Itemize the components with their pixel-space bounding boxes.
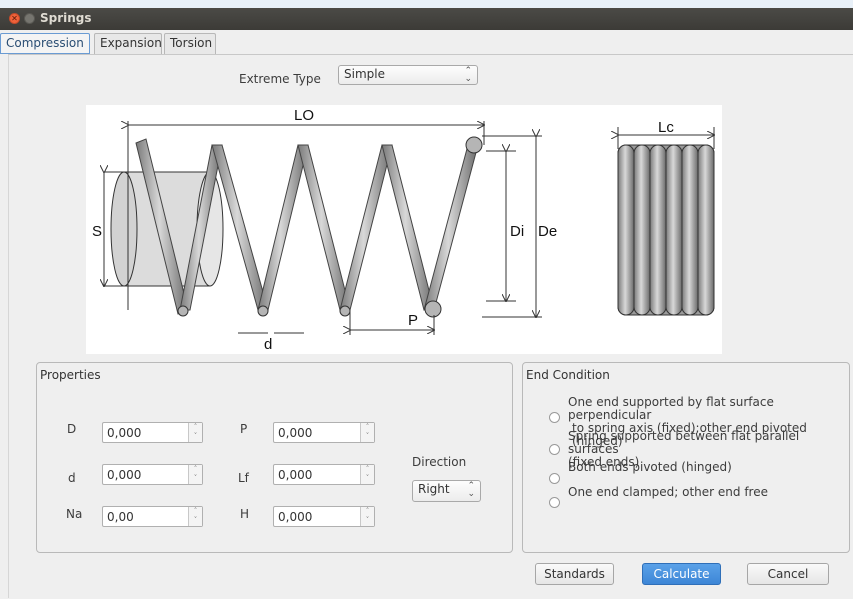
h-input[interactable]: 0,000 ˄ ˅ — [273, 506, 375, 527]
standards-button[interactable]: Standards — [535, 563, 614, 585]
lf-label: Lf — [238, 471, 249, 485]
close-window-button[interactable]: ✕ — [9, 13, 20, 24]
option-2-line-1: Spring supported between flat parallel s… — [568, 429, 800, 456]
lc-label: Lc — [658, 119, 674, 136]
pitch-value: 0,000 — [278, 426, 313, 440]
pitch-input[interactable]: 0,000 ˄ ˅ — [273, 422, 375, 443]
extreme-type-value: Simple — [344, 67, 385, 81]
spinner-arrows-icon[interactable]: ˄ ˅ — [360, 423, 374, 442]
end-condition-title: End Condition — [526, 368, 610, 382]
p-label: P — [240, 422, 248, 436]
option-4-line-1: One end clamped; other end free — [568, 485, 768, 499]
d-label: D — [67, 422, 77, 436]
option-3-line-1: Both ends pivoted (hinged) — [568, 460, 732, 474]
extreme-type-select[interactable]: Simple ⌃ ⌄ — [338, 65, 478, 85]
calculate-button[interactable]: Calculate — [642, 563, 721, 585]
spin-arrows-icon: ⌃ ⌄ — [464, 66, 472, 84]
compressed-spring-shape — [617, 144, 715, 316]
lo-label: LO — [294, 107, 314, 124]
wire-diameter-value: 0,000 — [107, 468, 142, 482]
spinner-arrows-icon[interactable]: ˄ ˅ — [188, 465, 202, 484]
window-title: Springs — [40, 11, 92, 25]
springs-window: ✕ Springs Compression Expansion Torsion … — [0, 8, 853, 599]
spinner-arrows-icon[interactable]: ˄ ˅ — [188, 423, 202, 442]
wire-d-field-label: d — [68, 471, 76, 485]
direction-select[interactable]: Right ⌃ ⌄ — [412, 480, 481, 502]
wire-d-label: d — [264, 336, 272, 353]
direction-label: Direction — [412, 455, 467, 469]
diameter-input[interactable]: 0,000 ˄ ˅ — [102, 422, 203, 443]
tab-torsion[interactable]: Torsion — [164, 33, 216, 54]
h-label: H — [240, 507, 250, 521]
desktop-strip — [0, 0, 853, 8]
spring-drawing: LO Lc S Di De d P — [92, 107, 722, 353]
na-value: 0,00 — [107, 510, 134, 524]
option-1-line-1: One end supported by flat surface perpen… — [568, 395, 774, 422]
direction-value: Right — [418, 482, 450, 496]
spin-arrows-icon: ⌃ ⌄ — [467, 481, 475, 499]
spinner-arrows-icon[interactable]: ˄ ˅ — [360, 507, 374, 526]
na-label: Na — [66, 507, 83, 521]
end-condition-option-3: Both ends pivoted (hinged) — [568, 461, 732, 474]
lf-input[interactable]: 0,000 ˄ ˅ — [273, 464, 375, 485]
wire-diameter-input[interactable]: 0,000 ˄ ˅ — [102, 464, 203, 485]
end-condition-radio-2[interactable] — [549, 444, 560, 455]
end-condition-radio-1[interactable] — [549, 412, 560, 423]
tab-compression[interactable]: Compression — [0, 33, 90, 54]
spinner-arrows-icon[interactable]: ˄ ˅ — [360, 465, 374, 484]
properties-title: Properties — [40, 368, 101, 382]
end-condition-option-4: One end clamped; other end free — [568, 486, 768, 499]
spinner-arrows-icon[interactable]: ˄ ˅ — [188, 507, 202, 526]
tab-expansion[interactable]: Expansion — [94, 33, 162, 54]
end-condition-radio-4[interactable] — [549, 497, 560, 508]
end-condition-radio-3[interactable] — [549, 473, 560, 484]
s-label: S — [92, 223, 102, 240]
title-bar: ✕ Springs — [0, 8, 853, 30]
diameter-value: 0,000 — [107, 426, 142, 440]
pitch-label: P — [408, 312, 418, 329]
cancel-button[interactable]: Cancel — [747, 563, 829, 585]
spring-diagram: LO Lc S Di De d P — [86, 105, 722, 354]
de-label: De — [538, 223, 557, 240]
di-label: Di — [510, 223, 524, 240]
extreme-type-label: Extreme Type — [239, 72, 321, 86]
lf-value: 0,000 — [278, 468, 313, 482]
h-value: 0,000 — [278, 510, 313, 524]
na-input[interactable]: 0,00 ˄ ˅ — [102, 506, 203, 527]
minimize-window-button[interactable] — [24, 13, 35, 24]
